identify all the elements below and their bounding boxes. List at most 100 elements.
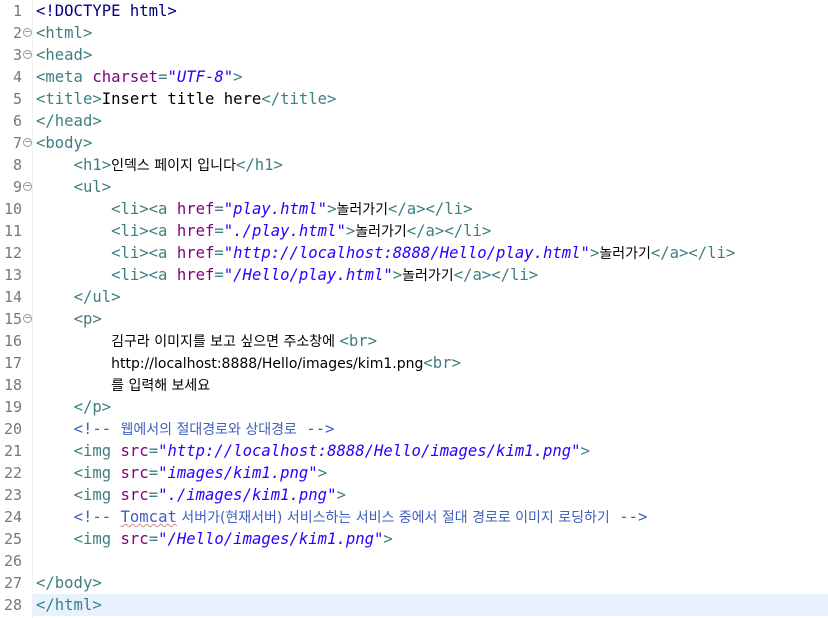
line-number: 23 — [3, 486, 22, 504]
tag-token: <img — [73, 442, 121, 460]
code-line[interactable]: 19 </p> — [4, 396, 828, 418]
tag-token: = — [214, 200, 224, 218]
fold-collapse-icon[interactable]: − — [23, 182, 32, 191]
value-token: "./play.html" — [223, 222, 346, 240]
tag-token: > — [580, 442, 590, 460]
tag-token: <li><a — [111, 200, 177, 218]
code-area[interactable]: 1 <!DOCTYPE html> 2− <html> 3− <head> 4 <meta c… — [4, 0, 828, 618]
code-line[interactable]: 5 <title>Insert title here</title> — [13, 88, 828, 110]
code-line-content: 를 입력해 보세요 — [36, 374, 210, 397]
fold-collapse-icon[interactable]: − — [23, 314, 32, 323]
comment-token: 서버가(현재서버) 서비스하는 서비스 중에서 절대 경로로 이미지 로딩하기 — [176, 510, 610, 526]
code-line[interactable]: 18 를 입력해 보세요 — [4, 374, 828, 397]
tag-token: = — [148, 486, 159, 504]
fold-collapse-icon[interactable]: − — [23, 50, 32, 59]
value-token: "UTF-8" — [167, 68, 234, 86]
attribute-token: src — [120, 486, 149, 504]
tag-token: = — [214, 244, 224, 262]
code-line[interactable]: 25 <img src="/Hello/images/kim1.png"> — [4, 528, 828, 550]
code-line[interactable]: 9− <ul> — [13, 176, 828, 198]
text-token: 를 입력해 보세요 — [111, 378, 211, 394]
code-line[interactable]: 21 <img src="http://localhost:8888/Hello… — [4, 440, 828, 462]
code-line-content: <!DOCTYPE html> — [36, 0, 177, 22]
line-number: 10 — [3, 200, 22, 218]
code-line[interactable]: 24 <!-- Tomcat 서버가(현재서버) 서비스하는 서비스 중에서 절… — [4, 506, 828, 528]
tag-token: > — [383, 530, 393, 548]
code-line[interactable]: 1 <!DOCTYPE html> — [13, 0, 828, 22]
code-line[interactable]: 3− <head> — [13, 44, 828, 66]
code-line[interactable]: 12 <li><a href="http://localhost:8888/He… — [4, 242, 828, 265]
code-line[interactable]: 17 http://localhost:8888/Hello/images/ki… — [4, 352, 828, 374]
fold-collapse-icon[interactable]: − — [23, 28, 32, 37]
code-line[interactable]: 27 </body> — [4, 572, 828, 594]
text-token: http://localhost:8888/Hello/images/kim1.… — [111, 356, 424, 372]
doctype-token: <!DOCTYPE html> — [36, 2, 177, 20]
code-line-content: 김구라 이미지를 보고 싶으면 주소창에 <br> — [36, 330, 377, 353]
tag-token: = — [214, 266, 224, 284]
tag-token: > — [345, 222, 356, 240]
text-token: 놀러가기 — [402, 268, 454, 284]
line-number: 8 — [12, 156, 22, 174]
tag-token: = — [148, 530, 159, 548]
text-token: 놀러가기 — [336, 202, 388, 218]
tag-token: = — [214, 222, 224, 240]
code-line[interactable]: 6 </head> — [13, 110, 828, 132]
tag-token: > — [317, 464, 328, 482]
tag-token: </p> — [73, 398, 112, 416]
code-line[interactable]: 28 </html> — [4, 594, 828, 616]
code-line-content: <html> — [36, 22, 92, 44]
tag-token: </a></li> — [406, 222, 492, 240]
code-line[interactable]: 13 <li><a href="/Hello/play.html">놀러가기</… — [4, 264, 828, 286]
tag-token: = — [148, 464, 159, 482]
code-line[interactable]: 26 — [4, 550, 828, 572]
tag-token: </html> — [36, 596, 102, 614]
code-line[interactable]: 16 김구라 이미지를 보고 싶으면 주소창에 <br> — [4, 330, 828, 353]
code-line[interactable]: 10 <li><a href="play.html">놀러가기</a></li> — [4, 198, 828, 221]
tag-token: <br> — [339, 332, 378, 350]
attribute-token: href — [176, 222, 215, 240]
code-line[interactable]: 8 <h1>인덱스 페이지 입니다</h1> — [13, 154, 828, 176]
code-line[interactable]: 14 </ul> — [4, 286, 828, 308]
attribute-token: href — [176, 244, 215, 262]
code-line-content: <meta charset="UTF-8"> — [36, 66, 243, 88]
code-line-content: <li><a href="play.html">놀러가기</a></li> — [36, 198, 472, 221]
code-line-content: </ul> — [36, 286, 121, 308]
tag-token: <img — [73, 530, 121, 548]
code-line-content: <li><a href="http://localhost:8888/Hello… — [36, 242, 735, 265]
fold-collapse-icon[interactable]: − — [23, 138, 32, 147]
line-number: 11 — [3, 222, 22, 240]
comment-token: <!-- — [73, 508, 121, 526]
line-number: 24 — [3, 508, 22, 526]
attribute-token: src — [120, 464, 149, 482]
value-token: "/Hello/play.html" — [223, 266, 393, 284]
line-number: 4 — [12, 68, 22, 86]
code-line[interactable]: 7− <body> — [13, 132, 828, 154]
code-line[interactable]: 23 <img src="./images/kim1.png"> — [4, 484, 828, 506]
code-line[interactable]: 20 <!-- 웹에서의 절대경로와 상대경로 --> — [4, 418, 828, 441]
code-editor[interactable]: 1 <!DOCTYPE html> 2− <html> 3− <head> 4 <meta c… — [0, 0, 828, 618]
code-line[interactable]: 4 <meta charset="UTF-8"> — [13, 66, 828, 88]
code-line[interactable]: 2− <html> — [13, 22, 828, 44]
code-line[interactable]: 11 <li><a href="./play.html">놀러가기</a></l… — [4, 220, 828, 242]
tag-token: <br> — [423, 354, 461, 372]
value-token: "http://localhost:8888/Hello/images/kim1… — [158, 442, 581, 460]
line-number: 19 — [3, 398, 22, 416]
text-token: 놀러가기 — [355, 224, 407, 240]
tag-token: </title> — [261, 90, 337, 108]
code-line[interactable]: 15− <p> — [4, 308, 828, 330]
code-line-content: <!-- 웹에서의 절대경로와 상대경로 --> — [36, 418, 335, 441]
code-line-content: </p> — [36, 396, 112, 418]
code-line[interactable]: 22 <img src="images/kim1.png"> — [4, 462, 828, 484]
line-number: 15 — [3, 310, 22, 328]
